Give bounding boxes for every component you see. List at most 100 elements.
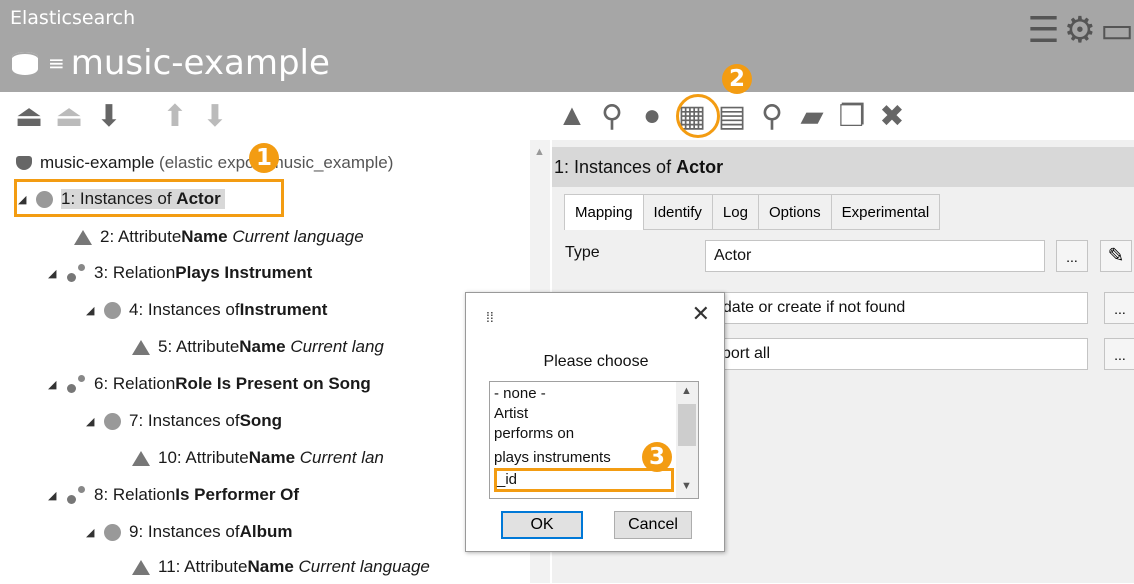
gear-icon[interactable]: ⚙ bbox=[1064, 12, 1096, 48]
tab-bar: Mapping Identify Log Options Experimenta… bbox=[564, 194, 941, 230]
relation-icon bbox=[66, 374, 86, 394]
panel-header: 1: Instances of Actor bbox=[552, 147, 1134, 187]
row-name: Role Is Present on Song bbox=[175, 374, 371, 393]
instance-icon bbox=[104, 301, 121, 319]
row-name: Name bbox=[239, 337, 286, 356]
listbox-scrollbar[interactable]: ▲ ▼ bbox=[676, 382, 698, 498]
expand-icon[interactable]: ◢ bbox=[48, 267, 62, 280]
app-name: Elasticsearch bbox=[10, 7, 136, 29]
tree-row[interactable]: ◢ 6: Relation Role Is Present on Song bbox=[48, 367, 371, 401]
step-badge: 2 bbox=[722, 64, 752, 94]
ok-button[interactable]: OK bbox=[501, 511, 583, 539]
options-listbox[interactable]: - none - Artist performs on plays instru… bbox=[489, 381, 699, 499]
database-icon bbox=[16, 156, 32, 170]
arrow-up-icon[interactable]: ⬆ bbox=[158, 99, 192, 133]
tree-row[interactable]: ◢ 3: Relation Plays Instrument bbox=[48, 256, 312, 290]
panel-header-prefix: 1: Instances of bbox=[554, 156, 672, 177]
scroll-up-icon[interactable]: ▲ bbox=[534, 146, 545, 158]
relation-icon bbox=[66, 485, 86, 505]
scroll-up-icon[interactable]: ▲ bbox=[681, 385, 692, 397]
row-prefix: 9: Instances of bbox=[129, 522, 240, 541]
tree-row[interactable]: ◢ 9: Instances of Album bbox=[86, 515, 292, 549]
list-item[interactable]: - none - bbox=[494, 384, 546, 404]
maximize-icon[interactable]: ▭ bbox=[1100, 12, 1134, 48]
hamburger-menu-icon[interactable]: ☰ bbox=[1027, 12, 1059, 48]
left-toolbar: ⏏ ⏏ ⬇ ⬆ ⬇ bbox=[12, 92, 232, 140]
type-field[interactable]: Actor bbox=[705, 240, 1045, 272]
tab-mapping[interactable]: Mapping bbox=[564, 194, 644, 230]
tab-log[interactable]: Log bbox=[712, 194, 759, 230]
page-title: music-example bbox=[70, 43, 330, 83]
tree-row[interactable]: 2: Attribute Name Current language bbox=[72, 220, 364, 254]
mode-browse-button[interactable]: ... bbox=[1104, 292, 1134, 324]
row-name: Album bbox=[239, 522, 293, 541]
menu-small-icon[interactable]: ≡ bbox=[48, 51, 65, 75]
list-item-selected[interactable]: _id bbox=[494, 468, 674, 492]
app-small-icon: ⁞⁞ bbox=[486, 309, 494, 325]
relation-icon bbox=[66, 263, 86, 283]
document-icon[interactable]: ▤ bbox=[715, 99, 749, 133]
upload-icon[interactable]: ⏏ bbox=[12, 99, 46, 133]
delete-icon[interactable]: ✖ bbox=[875, 99, 909, 133]
instance-icon bbox=[104, 412, 121, 430]
row-name: Plays Instrument bbox=[175, 263, 313, 282]
row-name: Name bbox=[248, 448, 296, 467]
expand-icon[interactable]: ◢ bbox=[86, 304, 100, 317]
mode-field[interactable]: pdate or create if not found bbox=[705, 292, 1088, 324]
expand-icon[interactable]: ◢ bbox=[86, 526, 100, 539]
dialog-message: Please choose bbox=[543, 353, 649, 370]
cancel-button[interactable]: Cancel bbox=[614, 511, 692, 539]
expand-icon[interactable]: ◢ bbox=[86, 415, 100, 428]
tab-experimental[interactable]: Experimental bbox=[831, 194, 941, 230]
scrollbar-thumb[interactable] bbox=[678, 404, 696, 446]
expand-icon[interactable]: ◢ bbox=[48, 489, 62, 502]
attribute-icon bbox=[74, 229, 92, 245]
choose-dialog: ⁞⁞ ✕ Please choose - none - Artist perfo… bbox=[465, 292, 725, 552]
row-italic: Current lan bbox=[299, 448, 384, 467]
relation-icon[interactable]: ⚲ bbox=[595, 99, 629, 133]
search-icon[interactable]: ⚲ bbox=[755, 99, 789, 133]
export-field[interactable]: xport all bbox=[705, 338, 1088, 370]
highlight-circle bbox=[676, 94, 720, 138]
tab-options[interactable]: Options bbox=[758, 194, 832, 230]
export-browse-button[interactable]: ... bbox=[1104, 338, 1134, 370]
row-prefix: 8: Relation bbox=[94, 485, 176, 504]
scroll-down-icon[interactable]: ▼ bbox=[681, 480, 692, 492]
row-name: Name bbox=[181, 227, 228, 246]
list-item[interactable]: Artist bbox=[494, 404, 528, 424]
list-item[interactable]: performs on bbox=[494, 424, 574, 444]
tree-root[interactable]: music-example (elastic export.music_exam… bbox=[16, 146, 393, 180]
row-italic: Current lang bbox=[290, 337, 384, 356]
attribute-icon bbox=[132, 559, 150, 575]
row-italic: Current language bbox=[298, 557, 430, 576]
tree-row[interactable]: 11: Attribute Name Current language bbox=[130, 550, 430, 584]
tree-row[interactable]: ◢ 8: Relation Is Performer Of bbox=[48, 478, 299, 512]
step-badge: 1 bbox=[249, 143, 279, 173]
type-browse-button[interactable]: ... bbox=[1056, 240, 1088, 272]
instance-icon bbox=[104, 523, 121, 541]
attribute-triangle-icon[interactable]: ▲ bbox=[555, 99, 589, 133]
tree-row[interactable]: ◢ 4: Instances of Instrument bbox=[86, 293, 327, 327]
download-icon[interactable]: ⬇ bbox=[92, 99, 126, 133]
row-prefix: 11: Attribute bbox=[158, 557, 248, 576]
row-prefix: 6: Relation bbox=[94, 374, 176, 393]
close-icon[interactable]: ✕ bbox=[692, 301, 710, 327]
pencil-icon[interactable]: ✎ bbox=[1100, 240, 1132, 272]
copy-icon[interactable]: ❐ bbox=[835, 99, 869, 133]
upload-alt-icon[interactable]: ⏏ bbox=[52, 99, 86, 133]
list-item[interactable]: plays instruments bbox=[494, 448, 611, 468]
arrow-down-icon[interactable]: ⬇ bbox=[198, 99, 232, 133]
tree-row[interactable]: ◢ 7: Instances of Song bbox=[86, 404, 282, 438]
expand-icon[interactable]: ◢ bbox=[48, 378, 62, 391]
highlight-box bbox=[14, 179, 284, 217]
instance-circle-icon[interactable]: ● bbox=[635, 99, 669, 133]
row-prefix: 3: Relation bbox=[94, 263, 176, 282]
row-prefix: 4: Instances of bbox=[129, 300, 240, 319]
row-name: Song bbox=[239, 411, 283, 430]
row-name: Instrument bbox=[239, 300, 328, 319]
tree-row[interactable]: 5: Attribute Name Current lang bbox=[130, 330, 384, 364]
attribute-icon bbox=[132, 339, 150, 355]
folder-icon[interactable]: ▰ bbox=[795, 99, 829, 133]
tree-row[interactable]: 10: Attribute Name Current lan bbox=[130, 441, 384, 475]
tab-identify[interactable]: Identify bbox=[643, 194, 713, 230]
